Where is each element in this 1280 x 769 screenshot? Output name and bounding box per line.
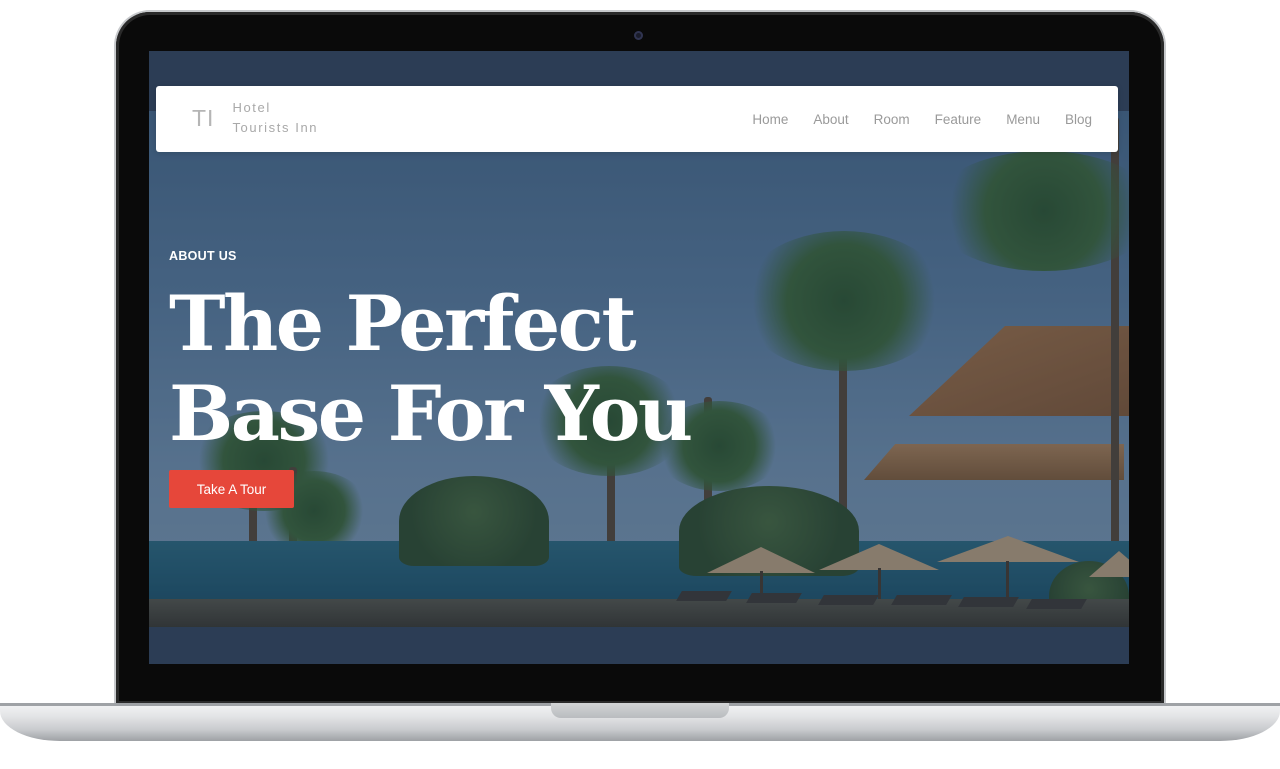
site-navbar: TI Hotel Tourists Inn Home About Room Fe… <box>156 86 1118 152</box>
nav-link-home[interactable]: Home <box>752 112 788 127</box>
laptop-lid: TI Hotel Tourists Inn Home About Room Fe… <box>116 12 1164 704</box>
headline-line-2: Base For You <box>169 369 693 458</box>
brand-name: Hotel Tourists Inn <box>232 98 318 138</box>
laptop-screen: TI Hotel Tourists Inn Home About Room Fe… <box>149 51 1129 664</box>
nav-link-blog[interactable]: Blog <box>1065 112 1092 127</box>
take-a-tour-button[interactable]: Take A Tour <box>169 470 294 508</box>
laptop-base <box>0 703 1280 741</box>
nav-link-feature[interactable]: Feature <box>935 112 982 127</box>
brand-logo[interactable]: TI Hotel Tourists Inn <box>192 98 318 138</box>
brand-mark: TI <box>192 104 215 131</box>
headline-line-1: The Perfect <box>169 279 637 368</box>
brand-line-1: Hotel <box>232 100 271 115</box>
nav-link-menu[interactable]: Menu <box>1006 112 1040 127</box>
brand-line-2: Tourists Inn <box>232 120 319 135</box>
section-eyebrow: ABOUT US <box>169 249 237 263</box>
laptop-open-notch <box>551 703 729 718</box>
nav-links: Home About Room Feature Menu Blog <box>727 86 1092 152</box>
nav-link-room[interactable]: Room <box>874 112 910 127</box>
webcam-icon <box>634 31 643 40</box>
laptop-mockup: TI Hotel Tourists Inn Home About Room Fe… <box>0 0 1280 769</box>
nav-link-about[interactable]: About <box>813 112 848 127</box>
hero-headline: The Perfect Base For You <box>169 279 729 459</box>
